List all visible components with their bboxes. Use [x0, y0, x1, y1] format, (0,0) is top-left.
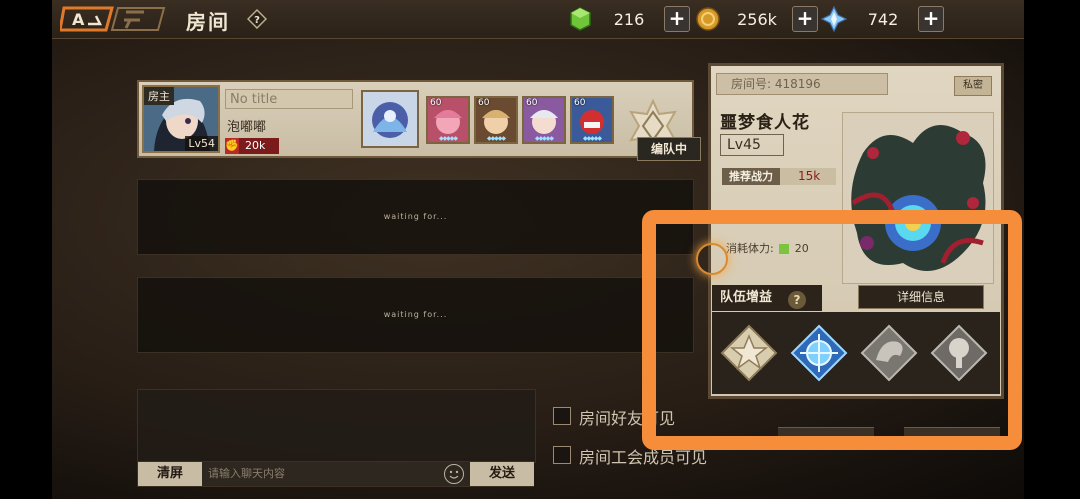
- waiting-text: waiting for...: [383, 310, 448, 319]
- power-icon: ✊: [225, 138, 239, 154]
- empty-player-slot-2: waiting for...: [137, 277, 694, 353]
- green-crystal-icon: [570, 7, 591, 31]
- host-tag: 房主: [144, 87, 174, 105]
- member-stars-4: ◆◆◆◆◆: [582, 135, 602, 142]
- left-edge: [0, 0, 52, 499]
- svg-text:A: A: [72, 10, 85, 29]
- private-button[interactable]: 私密: [954, 76, 992, 96]
- player-power: ✊ 20k: [225, 138, 279, 154]
- dungeon-level: Lv45: [720, 134, 784, 156]
- gem-amount: 742: [867, 9, 899, 29]
- team-member-4-level: 60: [574, 98, 586, 108]
- team-member-2-level: 60: [478, 98, 490, 108]
- player-power-value: 20k: [245, 139, 266, 152]
- chat-input[interactable]: 请输入聊天内容: [208, 465, 436, 483]
- chat-log: [137, 389, 536, 463]
- team-member-1[interactable]: 60 ◆◆◆◆◆: [426, 96, 470, 144]
- help-icon[interactable]: ?: [247, 9, 267, 29]
- guild-visible-checkbox[interactable]: [553, 446, 571, 464]
- team-member-2[interactable]: 60 ◆◆◆◆◆: [474, 96, 518, 144]
- player-card: 房主 Lv54 No title 泡嘟嘟 ✊ 20k 60 ◆◆◆◆◆ 60 ◆◆…: [137, 80, 694, 158]
- recommended-power-value: 15k: [798, 169, 821, 183]
- recommended-power-label: 推荐战力: [722, 168, 780, 185]
- gold-amount: 256k: [737, 9, 777, 29]
- empty-player-slot-1: waiting for...: [137, 179, 694, 255]
- dungeon-name: 噩梦食人花: [720, 113, 810, 133]
- right-edge: [1024, 0, 1080, 499]
- svg-text:?: ?: [254, 15, 260, 26]
- member-stars-3: ◆◆◆◆◆: [534, 135, 554, 142]
- add-stamina-button[interactable]: +: [664, 6, 690, 32]
- player-title-field[interactable]: No title: [225, 89, 353, 109]
- blue-gem-icon: [820, 5, 848, 33]
- team-member-3-level: 60: [526, 98, 538, 108]
- editing-team-button[interactable]: 编队中: [637, 137, 701, 161]
- add-gold-button[interactable]: +: [792, 6, 818, 32]
- hero-portrait: [363, 92, 417, 146]
- player-level: Lv54: [185, 136, 218, 151]
- add-gem-button[interactable]: +: [918, 6, 944, 32]
- waiting-text: waiting for...: [383, 212, 448, 221]
- member-stars-2: ◆◆◆◆◆: [486, 135, 506, 142]
- room-number: 房间号: 418196: [716, 73, 888, 95]
- recommended-power: 推荐战力 15k: [722, 168, 836, 185]
- team-member-1-level: 60: [430, 98, 442, 108]
- stamina-amount: 216: [613, 9, 645, 29]
- player-name: 泡嘟嘟: [227, 120, 267, 135]
- resource-gold: 256k +: [694, 6, 818, 32]
- page-title: 房间: [186, 10, 230, 34]
- member-stars-1: ◆◆◆◆◆: [438, 135, 458, 142]
- clear-chat-button[interactable]: 清屏: [138, 462, 202, 486]
- send-button[interactable]: 发送: [470, 462, 534, 486]
- game-screen: { "header": {"title": "房间"}, "resources"…: [0, 0, 1080, 499]
- team-member-4[interactable]: 60 ◆◆◆◆◆: [570, 96, 614, 144]
- resource-stamina: 216 +: [566, 6, 690, 32]
- back-button[interactable]: A: [60, 4, 168, 34]
- friends-visible-checkbox[interactable]: [553, 407, 571, 425]
- chat-bar: 清屏 请输入聊天内容 发送: [137, 461, 534, 487]
- highlight-box: [642, 210, 1022, 450]
- gold-coin-icon: [696, 7, 720, 31]
- emoji-icon[interactable]: [444, 464, 464, 484]
- team-member-3[interactable]: 60 ◆◆◆◆◆: [522, 96, 566, 144]
- avatar[interactable]: 房主 Lv54: [142, 85, 220, 153]
- resource-gems: 742 +: [820, 5, 944, 33]
- main-hero-slot[interactable]: [361, 90, 419, 148]
